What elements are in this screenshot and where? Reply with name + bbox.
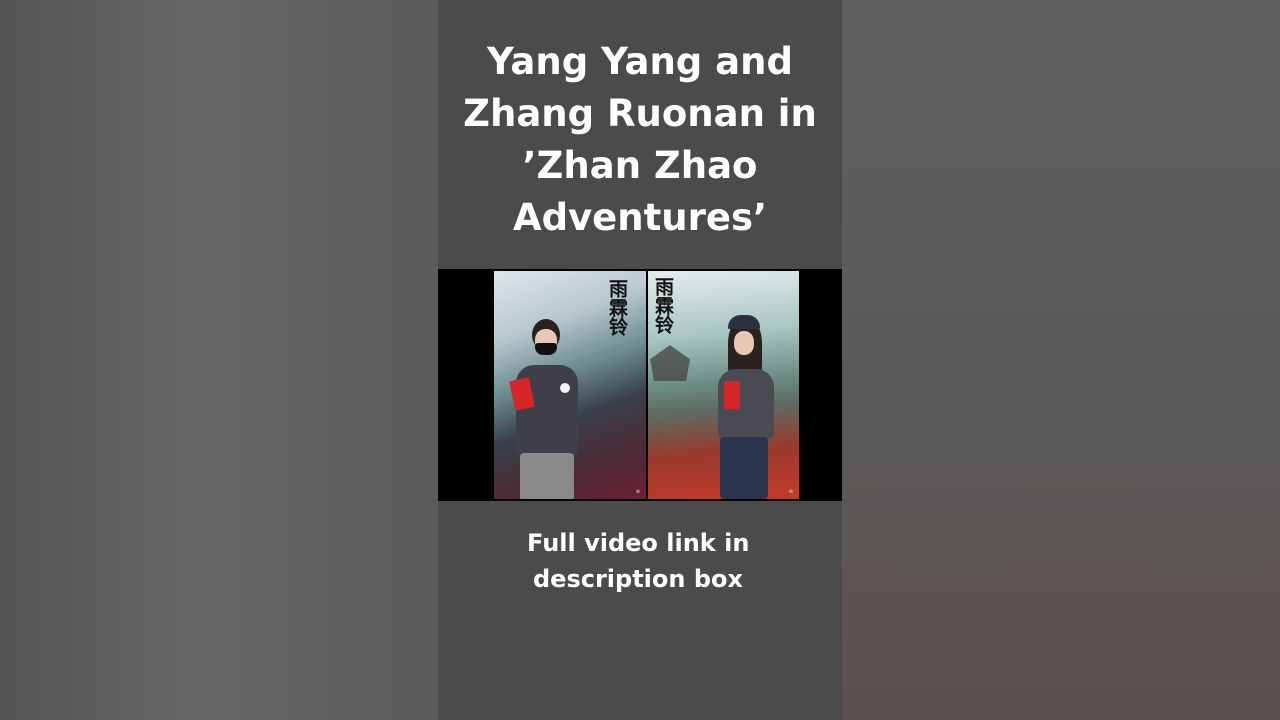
watermark-right: ⊛	[788, 489, 793, 495]
poster-calligraphy-right: 雨霖铃	[652, 277, 674, 334]
title-line-4: Adventures’	[512, 196, 768, 239]
video-frame: Yang Yang and Zhang Ruonan in ’Zhan Zhao…	[0, 0, 1280, 720]
caption-line-1: Full video link in	[527, 529, 750, 557]
pavilion-illustration	[650, 345, 690, 381]
title-line-3: ’Zhan Zhao	[522, 144, 758, 187]
video-title: Yang Yang and Zhang Ruonan in ’Zhan Zhao…	[438, 36, 842, 244]
caption-line-2: description box	[533, 565, 743, 593]
blurred-background-right	[842, 0, 1280, 720]
photo-yang-yang: 雨霖铃 ⊛	[494, 271, 646, 499]
title-line-2: Zhang Ruonan in	[463, 92, 817, 135]
blurred-background-left	[0, 0, 438, 720]
watermark-left: ⊛	[635, 489, 640, 495]
short-video-panel: Yang Yang and Zhang Ruonan in ’Zhan Zhao…	[438, 0, 842, 720]
description-caption: Full video link in description box	[438, 525, 842, 597]
photo-strip: 雨霖铃 ⊛ 雨霖铃 ⊛	[438, 269, 842, 501]
title-line-1: Yang Yang and	[487, 40, 793, 83]
poster-calligraphy-left: 雨霖铃	[606, 279, 628, 336]
photo-zhang-ruonan: 雨霖铃 ⊛	[648, 271, 799, 499]
